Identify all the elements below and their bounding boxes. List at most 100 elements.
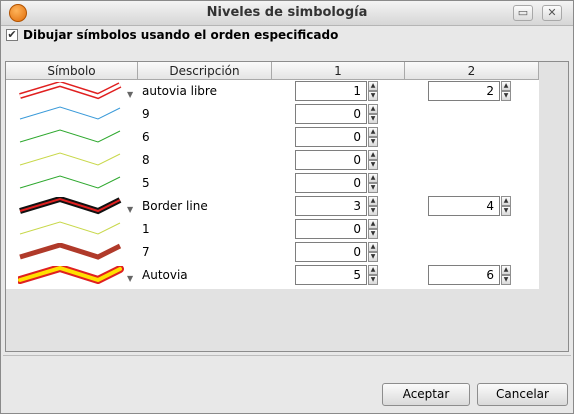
table-row[interactable]: 8 0 ▲ ▼: [6, 149, 539, 172]
symbol-preview: [19, 243, 122, 260]
column-header-level-1[interactable]: 1: [272, 62, 405, 80]
level-1-spinner-input[interactable]: 0: [295, 150, 367, 170]
table-row[interactable]: 6 0 ▲ ▼: [6, 126, 539, 149]
draw-in-order-label: Dibujar símbolos usando el orden especif…: [23, 28, 339, 42]
level-2-cell: [405, 103, 539, 126]
level-1-spinner-buttons: ▲ ▼: [368, 265, 378, 285]
symbol-preview: [19, 152, 121, 166]
level-1-spinner-buttons: ▲ ▼: [368, 242, 378, 262]
spin-up-arrow-icon[interactable]: ▲: [368, 242, 378, 252]
level-1-spinner-input[interactable]: 0: [295, 173, 367, 193]
description-cell: 9: [142, 107, 150, 121]
spin-down-arrow-icon[interactable]: ▼: [501, 206, 511, 216]
level-1-spinner-buttons: ▲ ▼: [368, 173, 378, 193]
symbol-cell[interactable]: [6, 149, 138, 172]
level-1-spinner-input[interactable]: 0: [295, 242, 367, 262]
spin-up-arrow-icon[interactable]: ▲: [501, 265, 511, 275]
spin-down-arrow-icon[interactable]: ▼: [368, 183, 378, 193]
dropdown-arrow-icon[interactable]: ▼: [127, 274, 133, 283]
title-bar: Niveles de simbología ▭ ✕: [1, 1, 573, 26]
table-row[interactable]: ▼ Autovia 5 ▲ ▼ 6 ▲ ▼: [6, 264, 539, 287]
level-2-cell: [405, 218, 539, 241]
cancel-button[interactable]: Cancelar: [477, 383, 568, 406]
column-header-description[interactable]: Descripción: [138, 62, 272, 80]
level-1-spinner-input[interactable]: 0: [295, 127, 367, 147]
accept-button[interactable]: Aceptar: [382, 383, 470, 406]
level-2-spinner-buttons: ▲ ▼: [501, 81, 511, 101]
spin-up-arrow-icon[interactable]: ▲: [368, 127, 378, 137]
symbol-cell[interactable]: ▼: [6, 195, 138, 218]
description-cell: 1: [142, 222, 150, 236]
symbol-levels-table: Símbolo Descripción 1 2 ▼ autovia libre 1…: [5, 61, 569, 352]
level-1-spinner-buttons: ▲ ▼: [368, 81, 378, 101]
symbol-preview: [19, 221, 121, 235]
level-2-spinner-input[interactable]: 6: [428, 265, 500, 285]
level-1-cell: 1 ▲ ▼: [272, 80, 405, 103]
symbol-preview: [18, 266, 124, 284]
level-1-cell: 5 ▲ ▼: [272, 264, 405, 287]
spin-down-arrow-icon[interactable]: ▼: [368, 206, 378, 216]
spin-down-arrow-icon[interactable]: ▼: [501, 91, 511, 101]
symbol-preview: [19, 82, 122, 100]
spin-up-arrow-icon[interactable]: ▲: [368, 196, 378, 206]
table-row[interactable]: 5 0 ▲ ▼: [6, 172, 539, 195]
dropdown-arrow-icon[interactable]: ▼: [127, 205, 133, 214]
level-1-spinner-input[interactable]: 1: [295, 81, 367, 101]
spin-down-arrow-icon[interactable]: ▼: [368, 229, 378, 239]
table-row[interactable]: ▼ autovia libre 1 ▲ ▼ 2 ▲ ▼: [6, 80, 539, 103]
column-header-level-2[interactable]: 2: [405, 62, 539, 80]
symbol-cell[interactable]: ▼: [6, 80, 138, 103]
description-cell: autovia libre: [142, 84, 217, 98]
spin-up-arrow-icon[interactable]: ▲: [501, 196, 511, 206]
level-2-cell: [405, 126, 539, 149]
spin-down-arrow-icon[interactable]: ▼: [501, 275, 511, 285]
spin-up-arrow-icon[interactable]: ▲: [368, 219, 378, 229]
column-header-symbol[interactable]: Símbolo: [6, 62, 138, 80]
level-2-spinner-input[interactable]: 4: [428, 196, 500, 216]
table-row[interactable]: 1 0 ▲ ▼: [6, 218, 539, 241]
description-cell: 8: [142, 153, 150, 167]
draw-in-order-checkbox[interactable]: ✔: [6, 29, 18, 41]
spin-up-arrow-icon[interactable]: ▲: [368, 265, 378, 275]
level-1-spinner-input[interactable]: 5: [295, 265, 367, 285]
table-row[interactable]: ▼ Border line 3 ▲ ▼ 4 ▲ ▼: [6, 195, 539, 218]
spin-down-arrow-icon[interactable]: ▼: [368, 252, 378, 262]
level-1-spinner-buttons: ▲ ▼: [368, 104, 378, 124]
spin-down-arrow-icon[interactable]: ▼: [368, 114, 378, 124]
level-1-cell: 0 ▲ ▼: [272, 218, 405, 241]
level-2-cell: [405, 149, 539, 172]
spin-down-arrow-icon[interactable]: ▼: [368, 275, 378, 285]
level-2-spinner-input[interactable]: 2: [428, 81, 500, 101]
symbol-cell[interactable]: [6, 103, 138, 126]
table-row[interactable]: 9 0 ▲ ▼: [6, 103, 539, 126]
spin-up-arrow-icon[interactable]: ▲: [368, 173, 378, 183]
spin-down-arrow-icon[interactable]: ▼: [368, 160, 378, 170]
symbol-preview: [19, 106, 121, 120]
symbol-cell[interactable]: [6, 172, 138, 195]
draw-in-order-option[interactable]: ✔ Dibujar símbolos usando el orden espec…: [6, 28, 338, 42]
spin-down-arrow-icon[interactable]: ▼: [368, 137, 378, 147]
table-row[interactable]: 7 0 ▲ ▼: [6, 241, 539, 264]
symbol-cell[interactable]: [6, 218, 138, 241]
symbol-cell[interactable]: ▼: [6, 264, 138, 287]
level-1-spinner-buttons: ▲ ▼: [368, 219, 378, 239]
level-1-spinner-input[interactable]: 0: [295, 219, 367, 239]
spin-down-arrow-icon[interactable]: ▼: [368, 91, 378, 101]
symbol-cell[interactable]: [6, 126, 138, 149]
spin-up-arrow-icon[interactable]: ▲: [368, 104, 378, 114]
description-cell: Border line: [142, 199, 208, 213]
level-1-spinner-input[interactable]: 3: [295, 196, 367, 216]
close-button[interactable]: ✕: [542, 5, 562, 21]
spin-up-arrow-icon[interactable]: ▲: [368, 81, 378, 91]
dropdown-arrow-icon[interactable]: ▼: [127, 90, 133, 99]
symbol-cell[interactable]: [6, 241, 138, 264]
level-1-cell: 3 ▲ ▼: [272, 195, 405, 218]
level-1-spinner-buttons: ▲ ▼: [368, 196, 378, 216]
divider: [3, 355, 571, 356]
description-cell: 6: [142, 130, 150, 144]
spin-up-arrow-icon[interactable]: ▲: [501, 81, 511, 91]
level-1-spinner-input[interactable]: 0: [295, 104, 367, 124]
level-1-spinner-buttons: ▲ ▼: [368, 127, 378, 147]
spin-up-arrow-icon[interactable]: ▲: [368, 150, 378, 160]
maximize-button[interactable]: ▭: [513, 5, 533, 21]
